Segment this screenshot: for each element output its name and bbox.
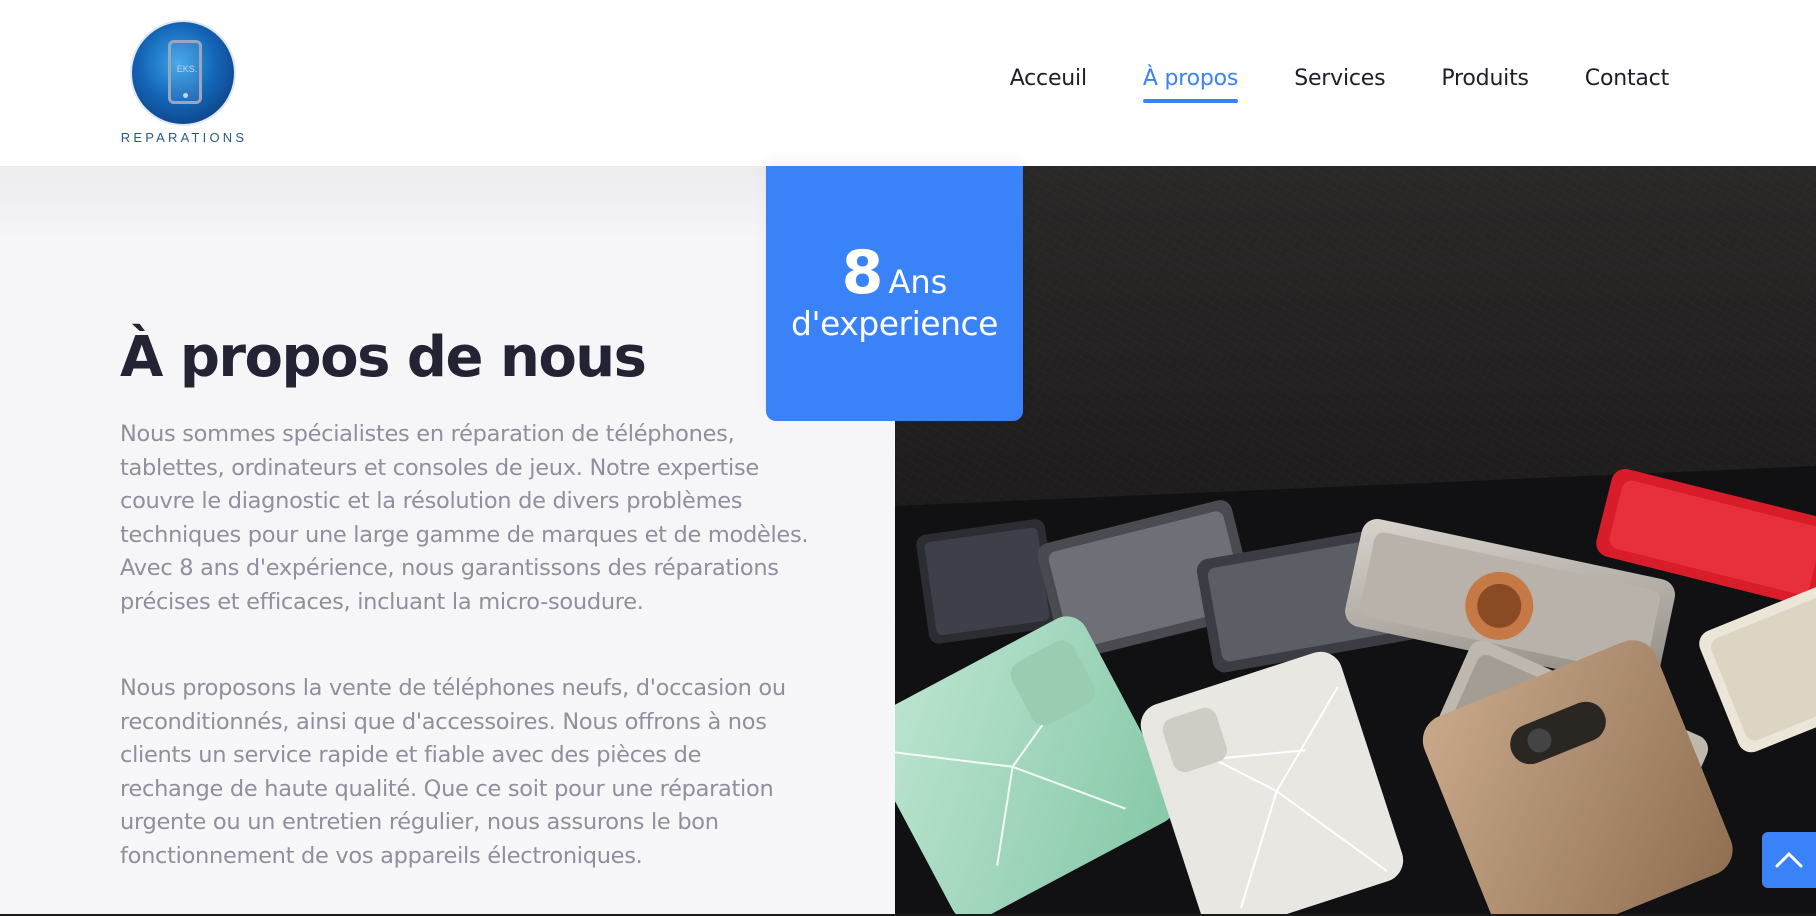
site-header: EKS. REPARATIONS Acceuil À propos Servic…	[0, 0, 1816, 166]
chevron-up-icon	[1775, 852, 1803, 868]
badge-number: 8	[841, 238, 884, 308]
nav-item-contact[interactable]: Contact	[1585, 66, 1669, 103]
nav-item-services[interactable]: Services	[1294, 66, 1385, 103]
nav-item-acceuil[interactable]: Acceuil	[1010, 66, 1087, 103]
badge-caption: d'experience	[791, 304, 998, 343]
about-paragraph-2: Nous proposons la vente de téléphones ne…	[120, 675, 786, 869]
about-title: À propos de nous	[120, 325, 647, 390]
scroll-to-top-button[interactable]	[1762, 832, 1816, 888]
broken-phones-photo	[895, 166, 1816, 916]
logo-phone-text: EKS.	[176, 64, 198, 74]
nav-item-a-propos[interactable]: À propos	[1142, 66, 1239, 103]
logo-text: REPARATIONS	[120, 130, 248, 145]
experience-badge: 8 Ans d'experience	[766, 166, 1023, 421]
about-paragraph-1: Nous sommes spécialistes en réparation d…	[120, 421, 809, 615]
badge-years: 8 Ans	[766, 238, 1023, 308]
brand-logo[interactable]: EKS. REPARATIONS	[118, 16, 252, 150]
badge-unit: Ans	[888, 263, 948, 301]
main-nav: Acceuil À propos Services Produits Conta…	[1010, 66, 1669, 103]
nav-item-produits[interactable]: Produits	[1441, 66, 1529, 103]
